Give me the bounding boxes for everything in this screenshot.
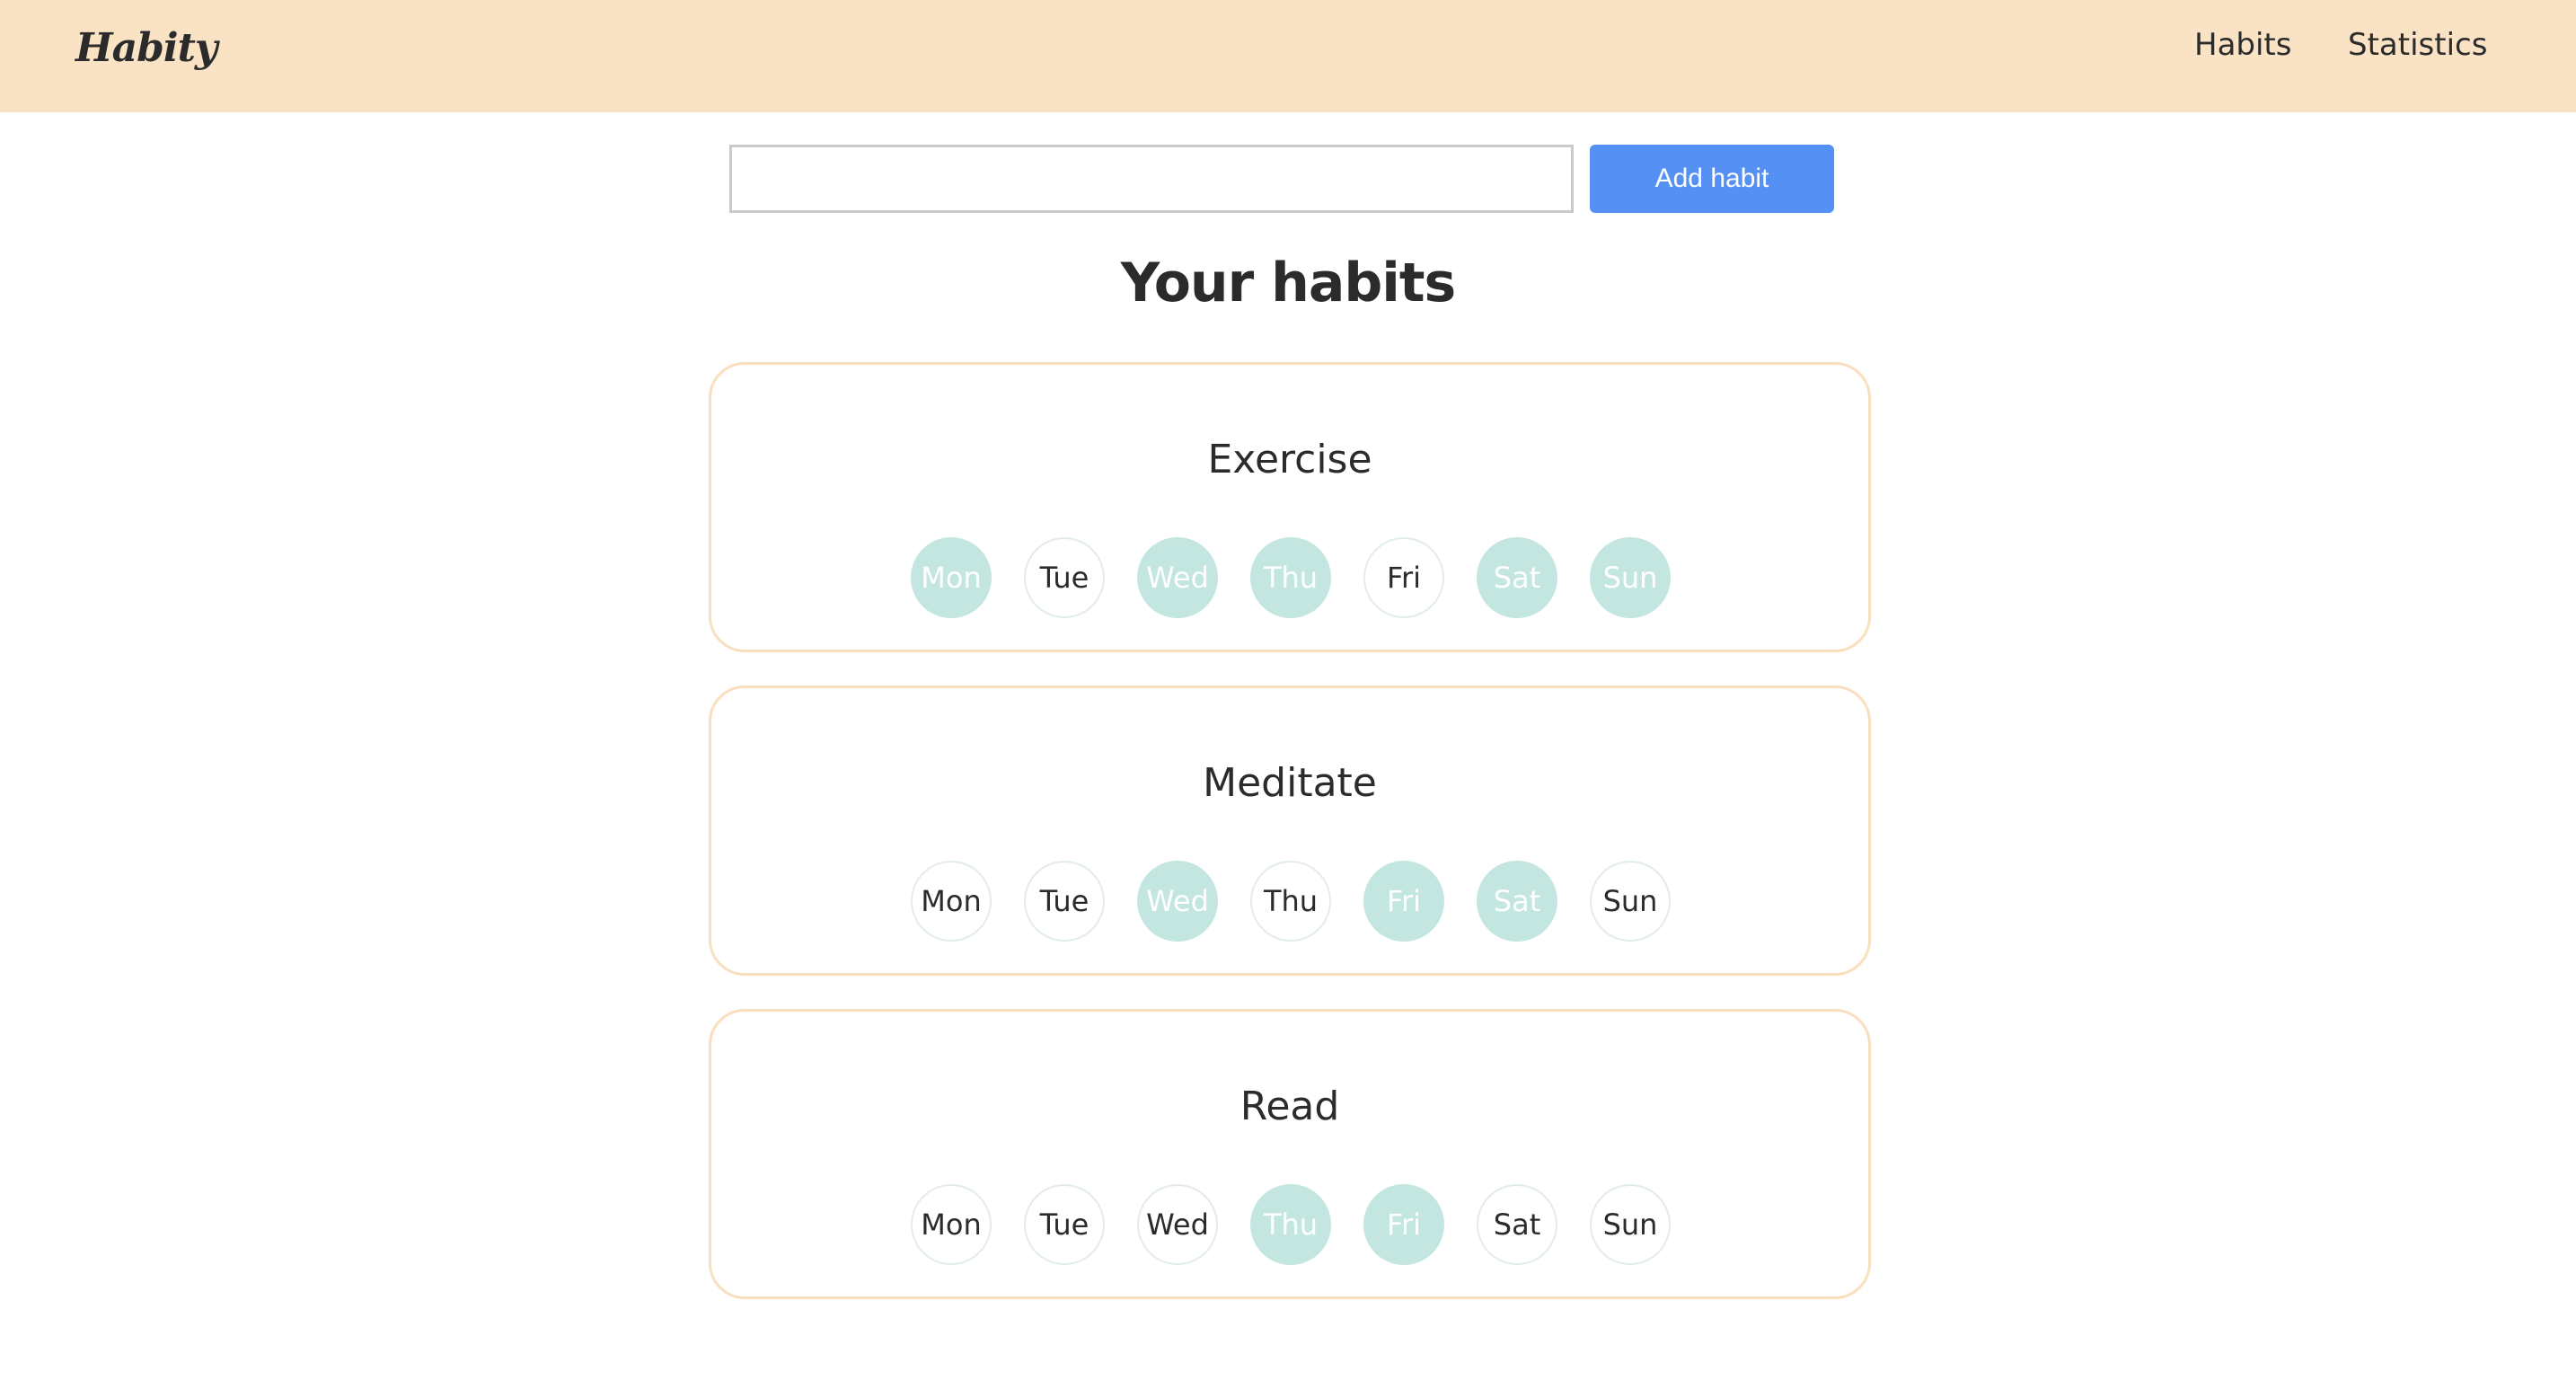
app-logo[interactable]: Habity xyxy=(75,25,217,71)
habit-card-exercise: Exercise Mon Tue Wed Thu Fri Sat Sun xyxy=(709,362,1871,652)
day-toggle-thu[interactable]: Thu xyxy=(1250,537,1331,618)
habit-days: Mon Tue Wed Thu Fri Sat Sun xyxy=(911,537,1671,618)
nav-link-habits[interactable]: Habits xyxy=(2194,27,2291,63)
habit-name: Meditate xyxy=(1203,760,1377,806)
day-toggle-wed[interactable]: Wed xyxy=(1137,861,1218,942)
day-toggle-fri[interactable]: Fri xyxy=(1363,1184,1444,1265)
day-toggle-wed[interactable]: Wed xyxy=(1137,1184,1218,1265)
day-toggle-mon[interactable]: Mon xyxy=(911,1184,992,1265)
navbar: Habity Habits Statistics xyxy=(0,0,2576,112)
habit-name: Read xyxy=(1239,1084,1340,1129)
day-toggle-tue[interactable]: Tue xyxy=(1024,537,1105,618)
habit-days: Mon Tue Wed Thu Fri Sat Sun xyxy=(911,1184,1671,1265)
day-toggle-sun[interactable]: Sun xyxy=(1590,1184,1671,1265)
day-toggle-wed[interactable]: Wed xyxy=(1137,537,1218,618)
day-toggle-tue[interactable]: Tue xyxy=(1024,1184,1105,1265)
day-toggle-fri[interactable]: Fri xyxy=(1363,861,1444,942)
day-toggle-sat[interactable]: Sat xyxy=(1477,537,1557,618)
day-toggle-sat[interactable]: Sat xyxy=(1477,861,1557,942)
day-toggle-fri[interactable]: Fri xyxy=(1363,537,1444,618)
habit-days: Mon Tue Wed Thu Fri Sat Sun xyxy=(911,861,1671,942)
day-toggle-tue[interactable]: Tue xyxy=(1024,861,1105,942)
habit-name: Exercise xyxy=(1207,437,1372,482)
habit-card-meditate: Meditate Mon Tue Wed Thu Fri Sat Sun xyxy=(709,686,1871,976)
day-toggle-mon[interactable]: Mon xyxy=(911,537,992,618)
page-title: Your habits xyxy=(1120,252,1456,314)
day-toggle-sun[interactable]: Sun xyxy=(1590,537,1671,618)
day-toggle-thu[interactable]: Thu xyxy=(1250,1184,1331,1265)
day-toggle-mon[interactable]: Mon xyxy=(911,861,992,942)
day-toggle-thu[interactable]: Thu xyxy=(1250,861,1331,942)
day-toggle-sat[interactable]: Sat xyxy=(1477,1184,1557,1265)
nav-link-statistics[interactable]: Statistics xyxy=(2348,27,2487,63)
day-toggle-sun[interactable]: Sun xyxy=(1590,861,1671,942)
habit-card-read: Read Mon Tue Wed Thu Fri Sat Sun xyxy=(709,1009,1871,1299)
new-habit-input[interactable] xyxy=(729,145,1574,213)
add-habit-button[interactable]: Add habit xyxy=(1590,145,1834,213)
